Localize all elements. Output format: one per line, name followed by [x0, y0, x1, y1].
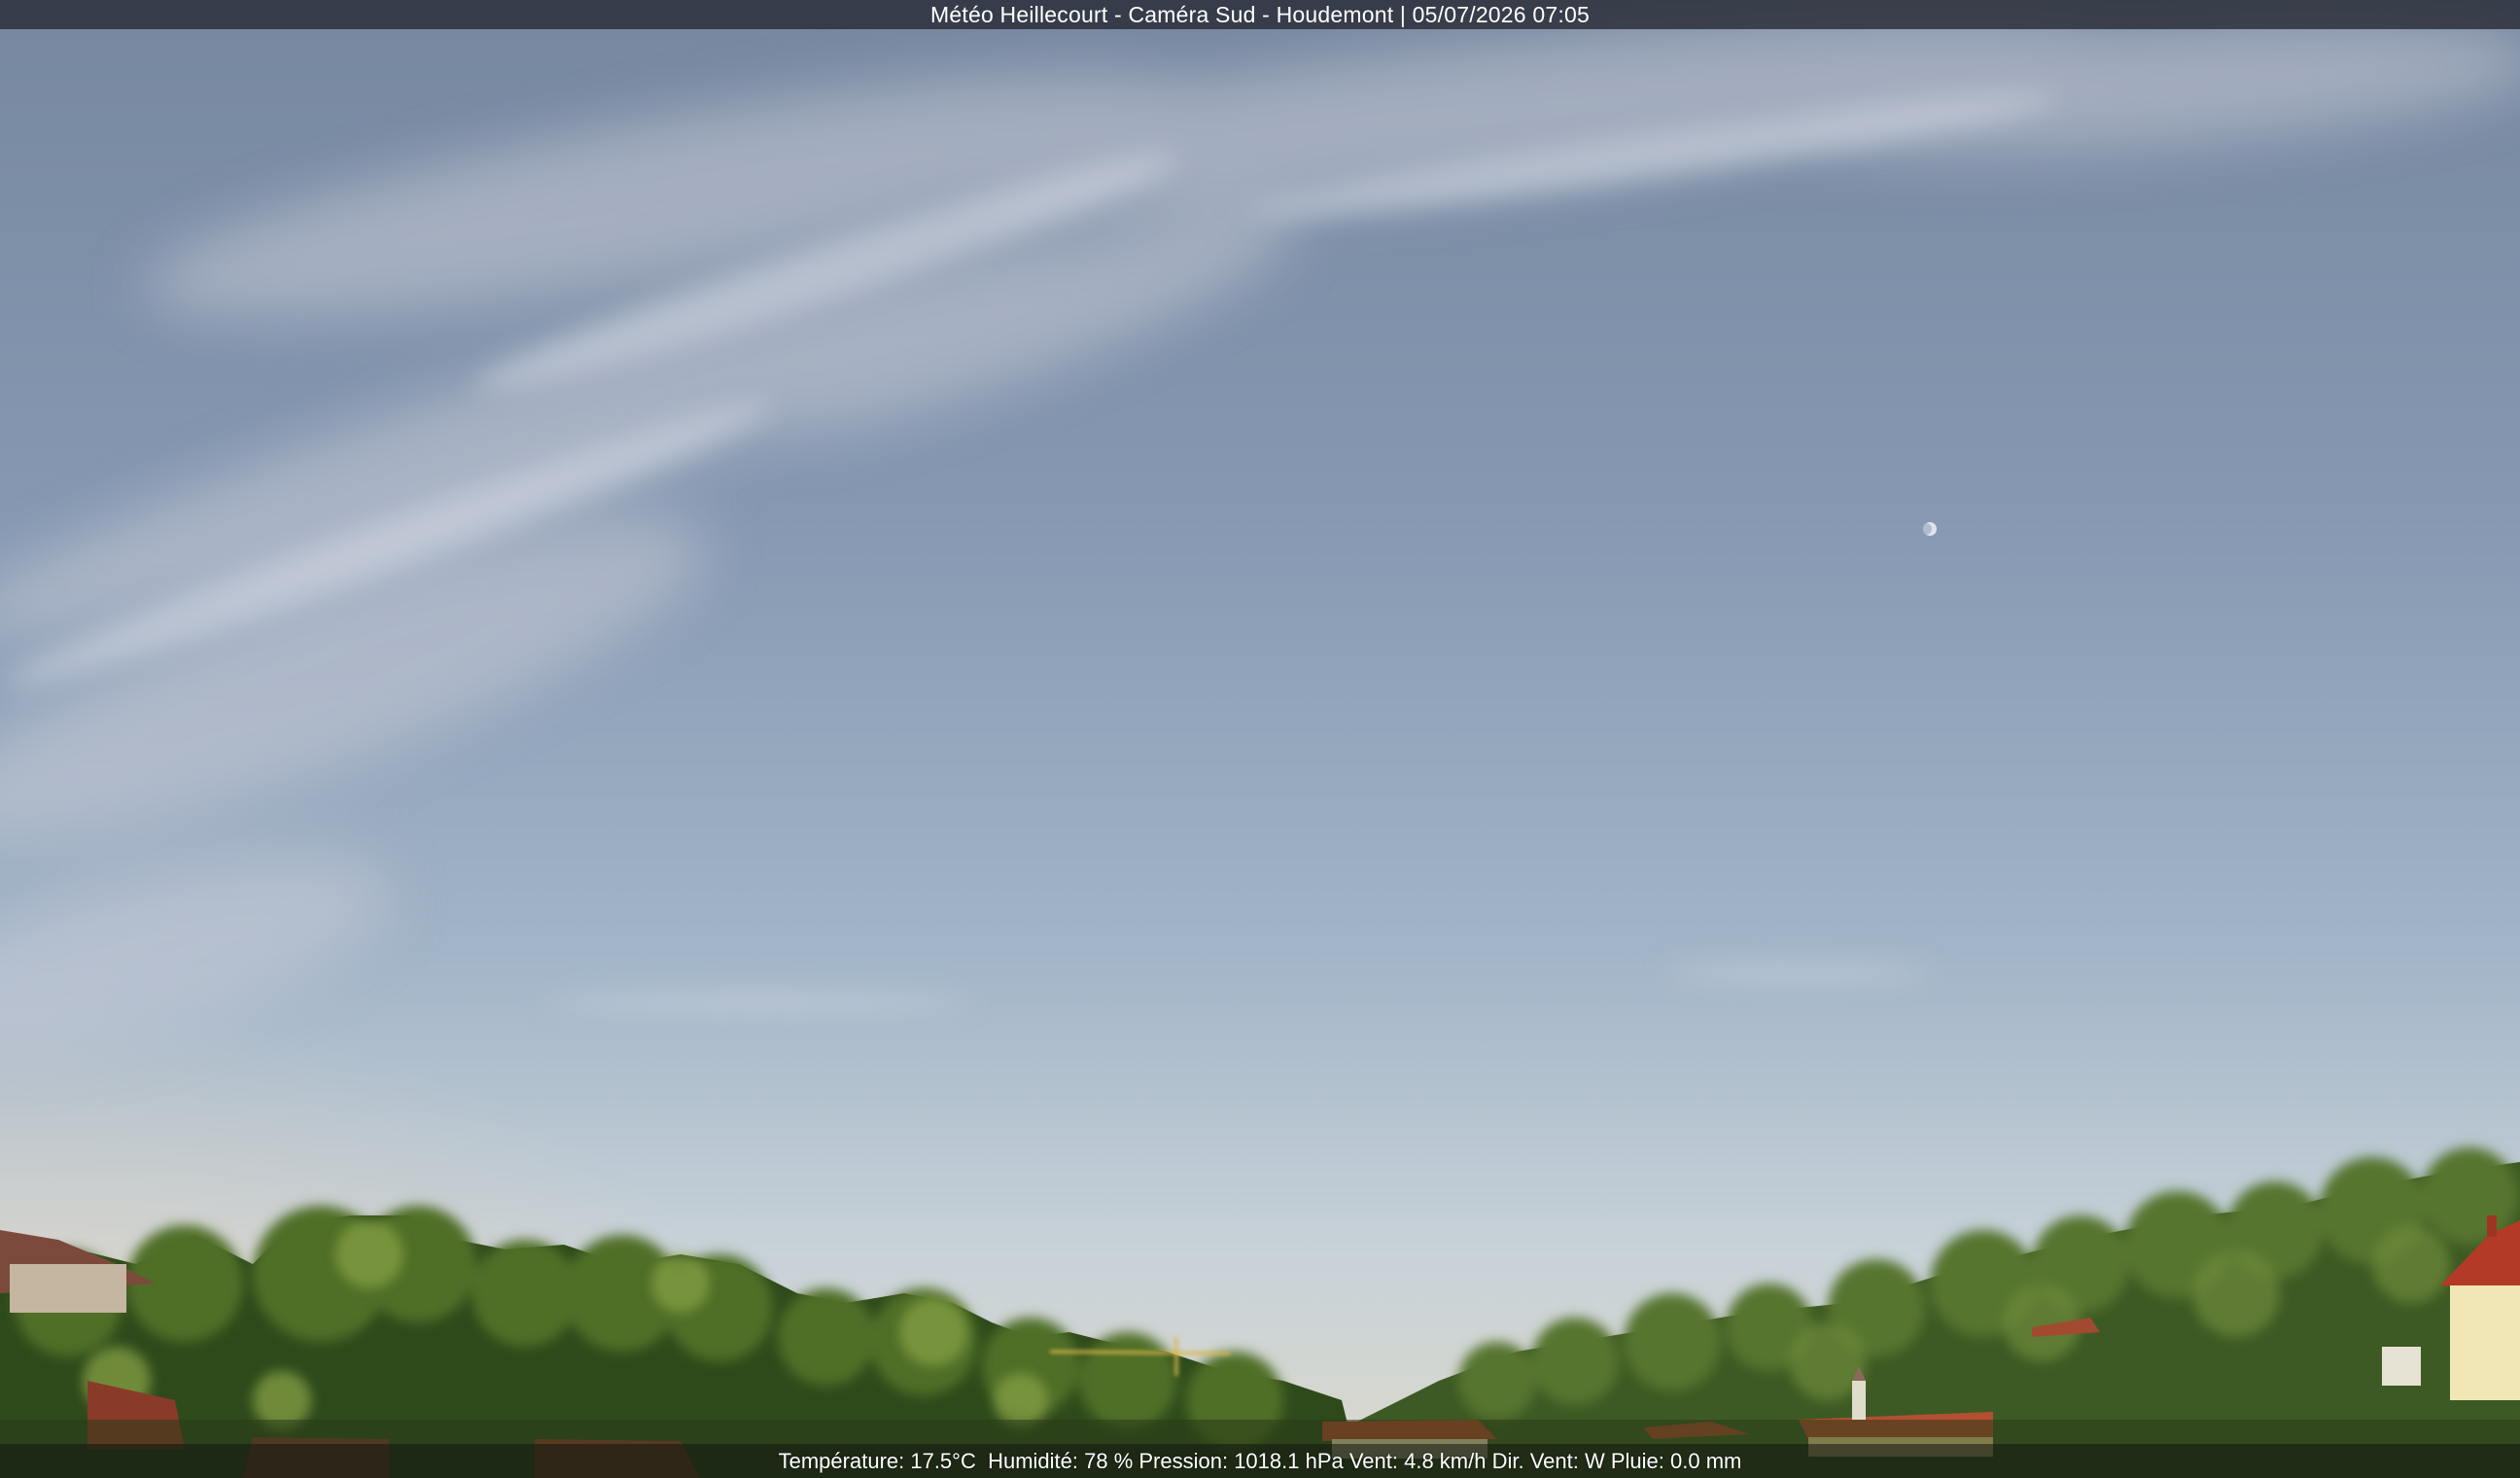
weather-readings: Température: 17.5°C Humidité: 78 % Press…: [778, 1449, 1742, 1473]
camera-title: Météo Heillecourt - Caméra Sud - Houdemo…: [930, 2, 1590, 27]
camera-title-bar: Météo Heillecourt - Caméra Sud - Houdemo…: [0, 0, 2520, 29]
webcam-frame: Météo Heillecourt - Caméra Sud - Houdemo…: [0, 0, 2520, 1478]
weather-info-bar: Température: 17.5°C Humidité: 78 % Press…: [0, 1444, 2520, 1478]
webcam-scene: [0, 0, 2520, 1478]
